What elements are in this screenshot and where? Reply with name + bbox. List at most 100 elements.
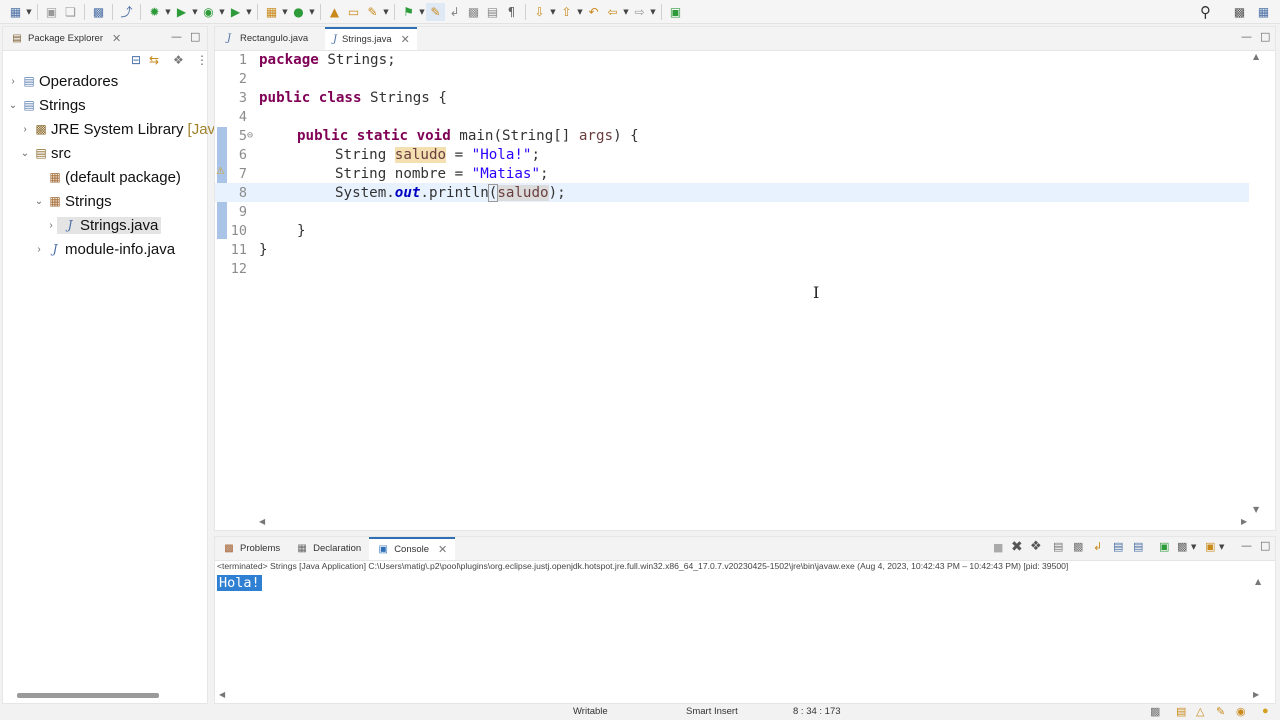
- terminate-icon[interactable]: ■: [993, 541, 1003, 554]
- tree-item-strings-java[interactable]: › J Strings.java: [45, 214, 162, 236]
- chevron-right-icon[interactable]: ›: [33, 244, 45, 255]
- new-java-class-icon[interactable]: ●: [289, 3, 308, 21]
- search-icon[interactable]: ✎: [363, 3, 382, 21]
- chevron-down-icon[interactable]: ▼: [281, 8, 289, 16]
- minimize-icon[interactable]: —: [1241, 539, 1252, 552]
- chevron-down-icon[interactable]: ▼: [1219, 543, 1224, 551]
- code-line-5[interactable]: 5 ⊖ public static void main(String[] arg…: [215, 126, 1249, 145]
- new-java-package-icon[interactable]: ▦: [262, 3, 281, 21]
- open-type-icon[interactable]: ▲: [325, 3, 344, 21]
- display-selected-console-icon[interactable]: ▩: [1177, 540, 1187, 553]
- tab-console[interactable]: ▣ Console ✕: [369, 537, 456, 560]
- tab-declaration[interactable]: ▦ Declaration: [288, 537, 369, 560]
- next-annotation-icon[interactable]: ⇩: [530, 3, 549, 21]
- collapse-all-icon[interactable]: ⊟: [131, 53, 141, 67]
- tree-item-src[interactable]: ⌄ ▤ src: [19, 142, 71, 164]
- tree-item-module-info[interactable]: › J module-info.java: [33, 238, 175, 260]
- forward-icon[interactable]: ⇨: [630, 3, 649, 21]
- code-line-7[interactable]: 7 String nombre = "Matias";: [215, 164, 1249, 183]
- status-insert-mode[interactable]: Smart Insert: [686, 706, 738, 717]
- run-icon[interactable]: ▶: [172, 3, 191, 21]
- tray-icon[interactable]: ◉: [1236, 705, 1246, 718]
- chevron-down-icon[interactable]: ⌄: [33, 196, 45, 207]
- tab-strings-java[interactable]: J Strings.java ✕: [325, 27, 417, 50]
- chevron-down-icon[interactable]: ▼: [308, 8, 316, 16]
- open-task-icon[interactable]: ▭: [344, 3, 363, 21]
- chevron-down-icon[interactable]: ▼: [1191, 543, 1196, 551]
- tree-item-jre-library[interactable]: › ▩ JRE System Library [Jav: [19, 118, 215, 140]
- code-line-1[interactable]: 1 package Strings;: [215, 50, 1249, 69]
- chevron-down-icon[interactable]: ▼: [25, 8, 33, 16]
- view-menu-icon[interactable]: ⋮: [196, 53, 208, 67]
- debug-icon[interactable]: ✹: [145, 3, 164, 21]
- code-line-4[interactable]: 4: [215, 107, 1249, 126]
- tray-icon[interactable]: ▩: [1150, 705, 1160, 718]
- block-selection-icon[interactable]: ▩: [464, 3, 483, 21]
- chevron-down-icon[interactable]: ▼: [549, 8, 557, 16]
- pin-editor-icon[interactable]: ▣: [666, 3, 685, 21]
- minimize-icon[interactable]: —: [171, 30, 182, 43]
- code-line-3[interactable]: 3 public class Strings {: [215, 88, 1249, 107]
- tray-icon[interactable]: ▤: [1176, 705, 1186, 718]
- word-wrap-icon[interactable]: ↲: [445, 3, 464, 21]
- remove-all-terminated-icon[interactable]: ❖: [1030, 539, 1042, 554]
- annotation-icon[interactable]: ⚑: [399, 3, 418, 21]
- link-with-editor-icon[interactable]: ⇆: [149, 53, 159, 67]
- previous-annotation-icon[interactable]: ⇧: [557, 3, 576, 21]
- chevron-right-icon[interactable]: ›: [7, 76, 19, 87]
- remove-launch-icon[interactable]: ✖: [1011, 539, 1023, 555]
- search-icon[interactable]: ⚲: [1196, 3, 1215, 21]
- code-line-6[interactable]: 6 String saludo = "Hola!";: [215, 145, 1249, 164]
- code-line-11[interactable]: 11 }: [215, 240, 1249, 259]
- console-output[interactable]: Hola!: [217, 575, 262, 591]
- chevron-down-icon[interactable]: ▼: [382, 8, 390, 16]
- coverage-icon[interactable]: ◉: [199, 3, 218, 21]
- word-wrap-icon[interactable]: ↲: [1093, 540, 1102, 553]
- scroll-lock-icon[interactable]: ▩: [1073, 540, 1083, 553]
- filter-icon[interactable]: ❖: [173, 53, 184, 67]
- show-on-stdout-icon[interactable]: ▤: [1113, 540, 1123, 553]
- status-cursor-position[interactable]: 8 : 34 : 173: [793, 706, 841, 717]
- perspective-icon[interactable]: ▩: [1230, 3, 1249, 21]
- chevron-down-icon[interactable]: ▼: [164, 8, 172, 16]
- chevron-down-icon[interactable]: ▼: [622, 8, 630, 16]
- tray-icon[interactable]: ✎: [1216, 705, 1225, 718]
- show-whitespace-icon[interactable]: ▤: [483, 3, 502, 21]
- maximize-icon[interactable]: □: [1260, 30, 1270, 43]
- new-icon[interactable]: ▦: [6, 3, 25, 21]
- scroll-right-icon[interactable]: ▶: [1253, 690, 1259, 699]
- scroll-left-icon[interactable]: ◀: [259, 517, 265, 526]
- paragraph-icon[interactable]: ¶: [502, 3, 521, 21]
- minimize-icon[interactable]: —: [1241, 30, 1252, 43]
- scroll-up-icon[interactable]: ▲: [1255, 577, 1261, 586]
- chevron-down-icon[interactable]: ▼: [418, 8, 426, 16]
- tree-item-operadores[interactable]: › ▤ Operadores: [7, 70, 118, 92]
- chevron-down-icon[interactable]: ⌄: [7, 100, 19, 111]
- close-icon[interactable]: ✕: [112, 32, 121, 45]
- chevron-down-icon[interactable]: ▼: [191, 8, 199, 16]
- chevron-right-icon[interactable]: ›: [19, 124, 31, 135]
- code-line-10[interactable]: 10 }: [215, 221, 1249, 240]
- lightbulb-icon[interactable]: ●: [1262, 705, 1269, 717]
- tab-problems[interactable]: ▩ Problems: [215, 537, 288, 560]
- clear-console-icon[interactable]: ▤: [1053, 540, 1063, 553]
- maximize-icon[interactable]: □: [190, 30, 200, 43]
- code-line-2[interactable]: 2: [215, 69, 1249, 88]
- horizontal-scrollbar[interactable]: [17, 693, 159, 698]
- scroll-left-icon[interactable]: ◀: [219, 690, 225, 699]
- scroll-down-icon[interactable]: ▼: [1253, 505, 1259, 514]
- tree-item-default-package[interactable]: ▦ (default package): [33, 166, 181, 188]
- chevron-down-icon[interactable]: ▼: [245, 8, 253, 16]
- code-line-9[interactable]: 9: [215, 202, 1249, 221]
- save-all-icon[interactable]: ❏: [61, 3, 80, 21]
- scroll-right-icon[interactable]: ▶: [1241, 517, 1247, 526]
- chevron-down-icon[interactable]: ▼: [576, 8, 584, 16]
- show-on-stderr-icon[interactable]: ▤: [1133, 540, 1143, 553]
- maximize-icon[interactable]: □: [1260, 539, 1270, 552]
- tree-item-strings-package[interactable]: ⌄ ▦ Strings: [33, 190, 112, 212]
- back-icon[interactable]: ⇦: [603, 3, 622, 21]
- chevron-down-icon[interactable]: ⌄: [19, 148, 31, 159]
- open-console-icon[interactable]: ▣: [1205, 540, 1215, 553]
- close-icon[interactable]: ✕: [401, 33, 410, 46]
- scroll-up-icon[interactable]: ▲: [1253, 52, 1259, 61]
